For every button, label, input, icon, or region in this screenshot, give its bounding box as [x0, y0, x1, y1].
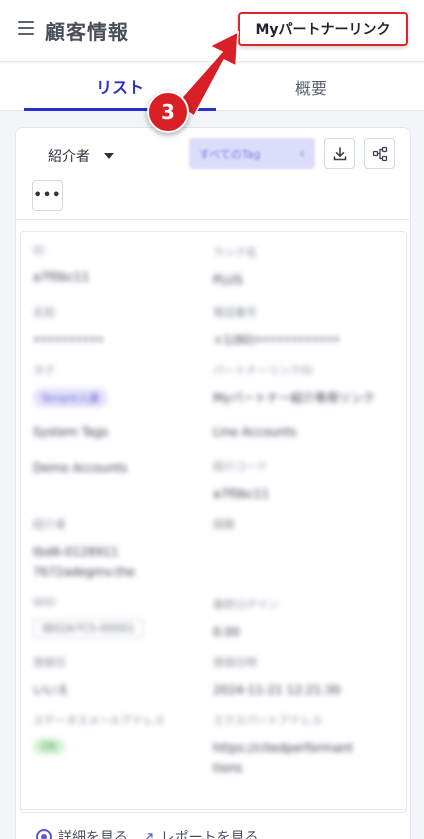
referrer-filter-dropdown[interactable]: 紹介者 [48, 146, 114, 166]
download-button[interactable] [324, 138, 355, 169]
detail-field: System Tags [33, 425, 109, 439]
more-icon: ••• [33, 188, 62, 203]
detail-field: Line Accounts [213, 425, 297, 439]
detail-field: 紹介者 tbd6-0128911 7672adegmv.the [33, 518, 135, 579]
detail-field: 登録日 いいえ [33, 656, 70, 697]
tag-chip: Tenant入庫 [33, 388, 108, 408]
tag-search-text: すべてのTag [199, 147, 261, 161]
app-header: 顧客情報 Myパートナーリンク [0, 0, 424, 62]
detail-field: 登録日時 2024-11-21 12:21:30 [213, 656, 341, 697]
divider [20, 809, 407, 810]
external-link-icon: ↗ [142, 828, 155, 839]
my-partner-link-button[interactable]: Myパートナーリンク [238, 12, 408, 46]
share-nodes-icon [372, 146, 387, 161]
tag-search-field[interactable]: すべてのTag ‹ [189, 138, 315, 169]
page-title: 顧客情報 [45, 20, 129, 44]
chevron-left-icon: ‹ [299, 145, 305, 162]
card-footer: 詳細を見る ↗ レポートを見る [36, 827, 259, 839]
detail-field: 紹介コード a7f0bc11 [213, 460, 270, 501]
chevron-down-icon [104, 153, 114, 159]
detail-field: ランク名 PLUS [213, 246, 257, 287]
detail-field: パートナーリンクID Myパートナー紹介専用リンク [213, 364, 375, 405]
share-button[interactable] [364, 138, 395, 169]
view-icon [36, 829, 52, 839]
detail-field: 電話番号 +1(80)•••••••••••• [213, 306, 341, 347]
divider [16, 219, 410, 220]
detail-field: エクスパートアドレス https://citedperformant tions [213, 714, 354, 775]
detail-field: WID IB02A7C5-00001 [33, 596, 144, 638]
tab-overview[interactable]: 概要 [216, 63, 406, 111]
tab-bar: リスト 概要 [0, 63, 424, 111]
detail-field: ID a7f0bc11 [33, 244, 90, 284]
customer-detail-panel: ID a7f0bc11 ランク名 PLUS 名前 •••••••••• 電話番号 +1(… [20, 231, 407, 813]
view-details-link[interactable]: 詳細を見る [36, 827, 128, 839]
filter-label: 紹介者 [48, 149, 90, 165]
detail-field: ステータスメールアドレス OK [33, 714, 165, 755]
customer-card: 紹介者 すべてのTag ‹ ••• IDa7f0bc11 ランク名PLUS [15, 127, 411, 839]
detail-field: タグ Tenant入庫 [33, 362, 108, 408]
detail-field: 国籍 [213, 518, 235, 531]
view-report-link[interactable]: ↗ レポートを見る [142, 827, 259, 839]
hamburger-menu-icon[interactable] [18, 21, 34, 35]
step-badge: 3 [147, 91, 189, 133]
detail-field: Demo Accounts [33, 461, 128, 475]
more-options-button[interactable]: ••• [32, 180, 63, 211]
download-icon [333, 146, 346, 160]
detail-field: 名前 •••••••••• [33, 306, 104, 347]
detail-field: 最終ログイン 0.00 [213, 598, 279, 639]
